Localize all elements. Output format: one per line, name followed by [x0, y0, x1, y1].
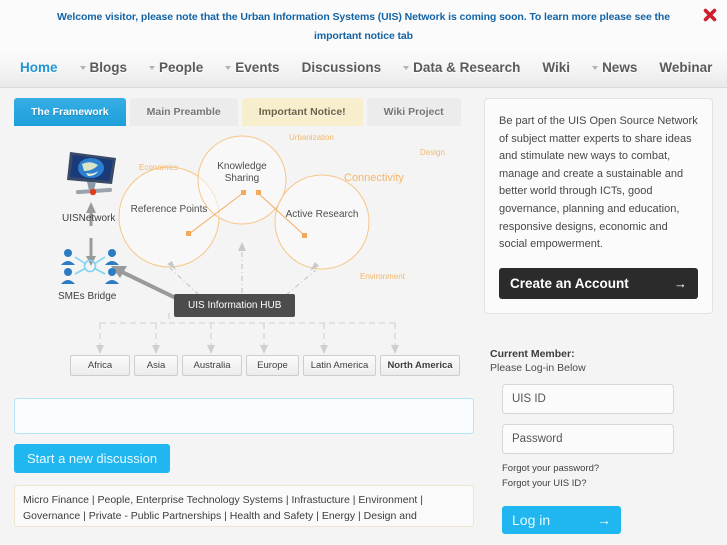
tab-wiki-project[interactable]: Wiki Project: [366, 98, 461, 126]
circle-label-active-research: Active Research: [285, 209, 359, 220]
left-column: The Framework Main Preamble Important No…: [14, 98, 474, 527]
page-content: The Framework Main Preamble Important No…: [0, 88, 727, 534]
login-title: Current Member:: [490, 347, 575, 360]
new-discussion-input[interactable]: [14, 398, 474, 434]
uis-information-hub[interactable]: UIS Information HUB: [174, 294, 296, 317]
tab-the-framework[interactable]: The Framework: [14, 98, 126, 126]
login-button-label: Log in: [512, 511, 551, 528]
region-button-australia[interactable]: Australia: [182, 355, 242, 376]
circle-label-reference-points: Reference Points: [130, 204, 208, 215]
nav-label: Webinar: [659, 60, 713, 75]
arrow-right-icon: →: [597, 511, 611, 528]
start-discussion-button[interactable]: Start a new discussion: [14, 444, 171, 473]
region-button-africa[interactable]: Africa: [70, 355, 130, 376]
keyword-urbanization: Urbanization: [289, 133, 334, 142]
chevron-down-icon: [403, 65, 410, 70]
node-label-uisnetwork: UISNetwork: [62, 213, 116, 224]
create-account-label: Create an Account: [510, 275, 629, 291]
login-subtitle: Please Log-in Below: [490, 361, 586, 374]
tags-line-1: Micro Finance | People, Enterprise Techn…: [23, 494, 423, 506]
nav-item-blogs[interactable]: Blogs: [74, 58, 134, 77]
keyword-design: Design: [420, 148, 445, 157]
nav-label: People: [159, 60, 204, 75]
chevron-down-icon: [225, 65, 232, 70]
region-button-latin-america[interactable]: Latin America: [303, 355, 376, 376]
main-navigation: Home Blogs People Events Discussions Dat…: [0, 48, 727, 88]
uis-id-input[interactable]: [502, 383, 674, 414]
login-button[interactable]: Log in →: [502, 505, 621, 534]
keyword-environment: Environment: [360, 272, 405, 281]
nav-label: Home: [20, 60, 58, 75]
framework-diagram: Reference Points Knowledge Sharing Activ…: [14, 130, 474, 392]
nav-label: Data & Research: [413, 60, 521, 75]
promo-text: Be part of the UIS Open Source Network o…: [499, 115, 698, 251]
chevron-down-icon: [79, 65, 86, 70]
nav-label: Blogs: [89, 60, 128, 75]
region-button-north-america[interactable]: North America: [380, 355, 460, 376]
region-button-asia[interactable]: Asia: [134, 355, 178, 376]
page-root: Welcome visitor, please note that the Ur…: [0, 0, 727, 545]
promo-panel: Be part of the UIS Open Source Network o…: [484, 98, 713, 314]
chevron-down-icon: [592, 65, 599, 70]
arrow-right-icon: →: [674, 275, 687, 291]
nav-item-data-research[interactable]: Data & Research: [397, 58, 526, 77]
circle-label-knowledge-sharing: Knowledge Sharing: [217, 161, 267, 184]
forgot-uisid-link[interactable]: Forgot your UIS ID?: [502, 477, 713, 490]
chevron-down-icon: [149, 65, 156, 70]
login-panel: Current Member: Please Log-in Below Forg…: [484, 348, 713, 534]
nav-item-news[interactable]: News: [586, 58, 643, 77]
nav-item-webinar[interactable]: Webinar: [653, 58, 718, 77]
notice-text: Welcome visitor, please note that the Ur…: [57, 11, 670, 42]
framework-tabs: The Framework Main Preamble Important No…: [14, 98, 474, 126]
nav-label: Events: [235, 60, 280, 75]
create-account-button[interactable]: Create an Account →: [499, 267, 698, 299]
nav-label: Wiki: [542, 60, 571, 75]
region-button-europe[interactable]: Europe: [246, 355, 299, 376]
keyword-connectivity: Connectivity: [344, 172, 404, 184]
keyword-economics: Economics: [139, 163, 179, 172]
nav-item-events[interactable]: Events: [219, 58, 285, 77]
nav-item-people[interactable]: People: [143, 58, 209, 77]
password-input[interactable]: [502, 423, 674, 454]
nav-label: Discussions: [301, 60, 382, 75]
close-x-icon[interactable]: [701, 6, 719, 24]
tab-main-preamble[interactable]: Main Preamble: [129, 98, 238, 126]
forgot-password-link[interactable]: Forgot your password?: [502, 462, 713, 475]
node-label-smes-bridge: SMEs Bridge: [58, 291, 117, 302]
nav-label: News: [602, 60, 638, 75]
notice-banner: Welcome visitor, please note that the Ur…: [0, 0, 727, 48]
nav-item-discussions[interactable]: Discussions: [296, 58, 388, 77]
nav-item-home[interactable]: Home: [14, 58, 64, 77]
right-column: Be part of the UIS Open Source Network o…: [484, 98, 713, 534]
tags-line-2: Governance | Private - Public Partnershi…: [23, 510, 417, 522]
tab-important-notice[interactable]: Important Notice!: [241, 98, 363, 126]
nav-item-wiki[interactable]: Wiki: [536, 58, 576, 77]
topic-tags-list: Micro Finance | People, Enterprise Techn…: [14, 485, 474, 527]
